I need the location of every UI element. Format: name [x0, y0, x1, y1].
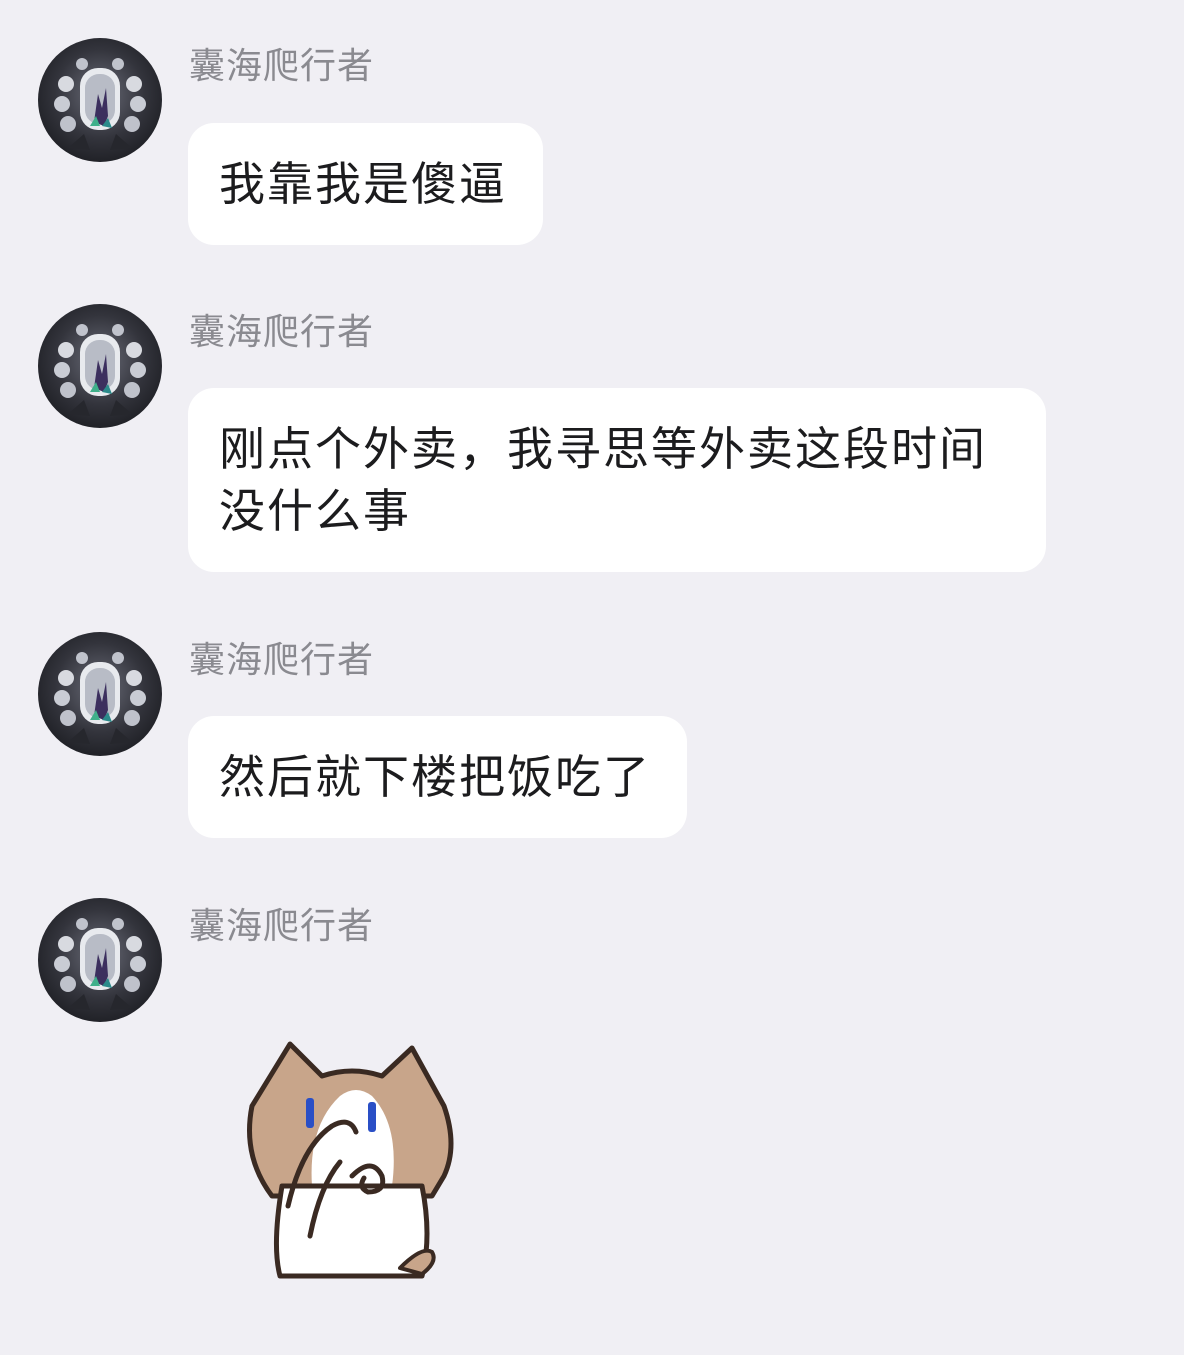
sender-name: 囊海爬行者 — [189, 640, 375, 681]
message-bubble[interactable]: 然后就下楼把饭吃了 — [188, 716, 687, 838]
avatar[interactable] — [38, 38, 162, 162]
sender-name: 囊海爬行者 — [189, 312, 375, 353]
message-bubble[interactable]: 刚点个外卖，我寻思等外卖这段时间没什么事 — [188, 388, 1046, 572]
avatar-image — [38, 38, 162, 162]
avatar-image — [38, 632, 162, 756]
sender-name: 囊海爬行者 — [189, 906, 375, 947]
avatar[interactable] — [38, 632, 162, 756]
message-bubble[interactable]: 我靠我是傻逼 — [188, 123, 543, 245]
cat-facepalm-sticker[interactable] — [232, 1036, 472, 1286]
cat-facepalm-icon — [247, 1041, 454, 1279]
sender-name: 囊海爬行者 — [189, 46, 375, 87]
avatar-image — [38, 898, 162, 1022]
avatar-image — [38, 304, 162, 428]
avatar[interactable] — [38, 304, 162, 428]
avatar[interactable] — [38, 898, 162, 1022]
